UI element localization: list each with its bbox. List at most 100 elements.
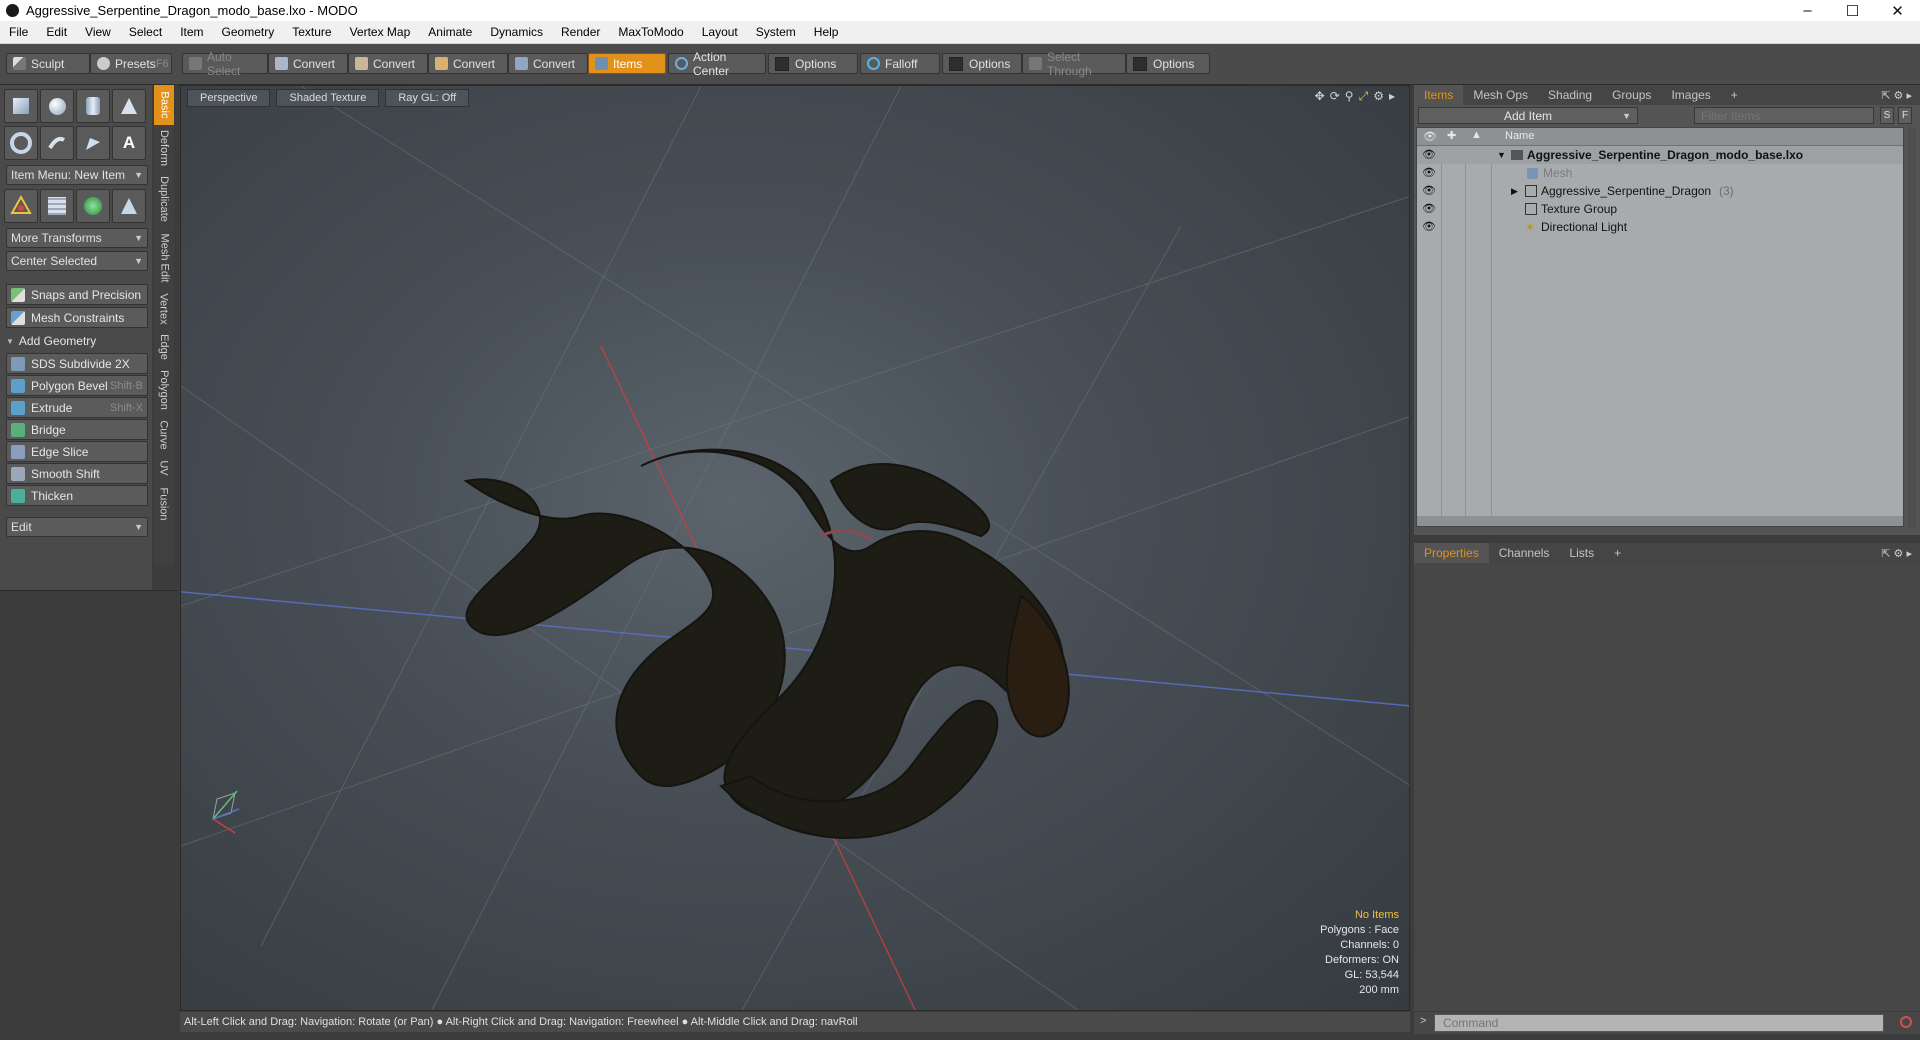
shading-mode-tab[interactable]: Shaded Texture [276,89,380,107]
tab-vertex[interactable]: Vertex [154,289,174,329]
maximize-button[interactable]: ☐ [1830,0,1875,21]
cone-primitive-button[interactable] [112,89,146,123]
visibility-eye-icon[interactable]: 👁 [1422,202,1436,215]
tree-row-scene[interactable]: 👁 ▼ Aggressive_Serpentine_Dragon_modo_ba… [1417,146,1903,164]
name-column-header[interactable]: Name [1505,130,1534,142]
tab-polygon[interactable]: Polygon [154,365,174,415]
action-center-options-button[interactable]: Options [768,53,858,74]
scale-tool-button[interactable] [112,189,146,223]
pan-icon[interactable]: ✥ [1315,89,1325,104]
record-macro-icon[interactable] [1900,1016,1912,1028]
tab-mesh-ops[interactable]: Mesh Ops [1463,85,1538,105]
zoom-icon[interactable]: ⚲ [1345,89,1354,104]
perspective-view-tab[interactable]: Perspective [187,89,271,107]
mesh-constraints-button[interactable]: Mesh Constraints [6,307,148,328]
menu-view[interactable]: View [76,25,120,39]
presets-button[interactable]: Presets F6 [90,53,172,74]
convert-materials-button[interactable]: Convert [508,53,588,74]
capsule-primitive-button[interactable] [40,126,74,160]
horizontal-scrollbar[interactable] [1417,516,1903,526]
more-transforms-dropdown[interactable]: More Transforms ▼ [6,228,148,248]
select-through-options-checkbox[interactable] [1133,56,1147,71]
f-toggle-button[interactable]: F [1898,107,1912,124]
viewport-menu-icon[interactable]: ▸ [1389,89,1395,104]
visibility-eye-icon[interactable]: 👁 [1422,148,1436,161]
tab-curve[interactable]: Curve [154,417,174,453]
tab-uv[interactable]: UV [154,455,174,481]
smooth-shift-button[interactable]: Smooth Shift [6,463,148,484]
visibility-eye-icon[interactable]: 👁 [1422,184,1436,197]
tab-basic[interactable]: Basic [154,85,174,125]
vertical-scrollbar[interactable] [1908,127,1916,527]
tab-edge[interactable]: Edge [154,331,174,363]
menu-geometry[interactable]: Geometry [213,25,284,39]
options-checkbox[interactable] [775,56,789,71]
auto-select-button[interactable]: Auto Select [182,50,268,78]
render-column-icon[interactable]: ▲ [1471,129,1482,141]
add-tab-button[interactable]: + [1721,85,1748,105]
tab-lists[interactable]: Lists [1559,543,1604,563]
add-tab-button[interactable]: + [1604,543,1631,563]
item-list[interactable]: 👁 ✚ ▲ Name 👁 ▼ Aggressive_Serpentine_Dra… [1416,127,1904,527]
3d-viewport[interactable]: Perspective Shaded Texture Ray GL: Off ✥… [180,85,1410,1011]
minimize-button[interactable]: – [1785,0,1830,21]
edit-dropdown[interactable]: Edit ▼ [6,517,148,537]
viewport-settings-icon[interactable]: ⚙ [1373,89,1384,104]
tab-duplicate[interactable]: Duplicate [154,171,174,227]
extrude-button[interactable]: Extrude Shift-X [6,397,148,418]
sds-subdivide-button[interactable]: SDS Subdivide 2X [6,353,148,374]
action-center-button[interactable]: Action Center [668,50,766,78]
select-through-button[interactable]: Select Through [1022,50,1126,78]
tree-row-mesh[interactable]: 👁 Mesh [1417,164,1903,182]
tab-groups[interactable]: Groups [1602,85,1661,105]
torus-primitive-button[interactable] [4,126,38,160]
polygon-bevel-button[interactable]: Polygon Bevel Shift-B [6,375,148,396]
add-geometry-header[interactable]: ▼ Add Geometry [6,332,148,350]
menu-layout[interactable]: Layout [693,25,747,39]
s-toggle-button[interactable]: S [1880,107,1894,124]
falloff-options-button[interactable]: Options [942,53,1022,74]
visibility-column-icon[interactable]: 👁 [1423,130,1437,143]
tab-items[interactable]: Items [1414,85,1464,105]
edge-slice-button[interactable]: Edge Slice [6,441,148,462]
tab-channels[interactable]: Channels [1489,543,1560,563]
ray-gl-tab[interactable]: Ray GL: Off [385,89,470,107]
snaps-precision-button[interactable]: Snaps and Precision [6,284,148,305]
tree-row-directional-light[interactable]: 👁 ☀ Directional Light [1417,218,1903,236]
command-input[interactable] [1434,1014,1884,1032]
menu-dynamics[interactable]: Dynamics [481,25,552,39]
orbit-icon[interactable]: ⟳ [1330,89,1340,104]
text-primitive-button[interactable]: A [112,126,146,160]
tab-fusion[interactable]: Fusion [154,483,174,525]
move-tool-button[interactable] [4,189,38,223]
expand-arrow-icon[interactable]: ▼ [1497,150,1506,160]
tab-deform[interactable]: Deform [154,127,174,169]
item-menu-dropdown[interactable]: Item Menu: New Item ▼ [6,165,148,185]
menu-render[interactable]: Render [552,25,609,39]
tree-row-texture-group[interactable]: 👁 Texture Group [1417,200,1903,218]
convert-vertices-button[interactable]: Convert [268,53,348,74]
panel-settings-icon[interactable]: ⇱ ⚙ ▸ [1881,89,1920,102]
select-through-options-button[interactable]: Options [1126,53,1210,74]
menu-item[interactable]: Item [171,25,212,39]
tab-properties[interactable]: Properties [1414,543,1489,563]
filter-items-input[interactable] [1694,107,1874,124]
cylinder-primitive-button[interactable] [76,89,110,123]
rotate-tool-button[interactable] [76,189,110,223]
falloff-button[interactable]: Falloff [860,53,940,74]
tab-shading[interactable]: Shading [1538,85,1602,105]
menu-help[interactable]: Help [805,25,848,39]
tab-images[interactable]: Images [1661,85,1720,105]
menu-edit[interactable]: Edit [37,25,76,39]
menu-vertex-map[interactable]: Vertex Map [341,25,420,39]
menu-maxtomodo[interactable]: MaxToModo [609,25,692,39]
bridge-button[interactable]: Bridge [6,419,148,440]
convert-polygons-button[interactable]: Convert [428,53,508,74]
fit-view-icon[interactable]: ⤢ [1359,89,1369,104]
cube-primitive-button[interactable] [4,89,38,123]
visibility-eye-icon[interactable]: 👁 [1422,166,1436,179]
convert-edges-button[interactable]: Convert [348,53,428,74]
center-selected-dropdown[interactable]: Center Selected ▼ [6,251,148,271]
panel-settings-icon[interactable]: ⇱ ⚙ ▸ [1881,547,1920,560]
falloff-options-checkbox[interactable] [949,56,963,71]
